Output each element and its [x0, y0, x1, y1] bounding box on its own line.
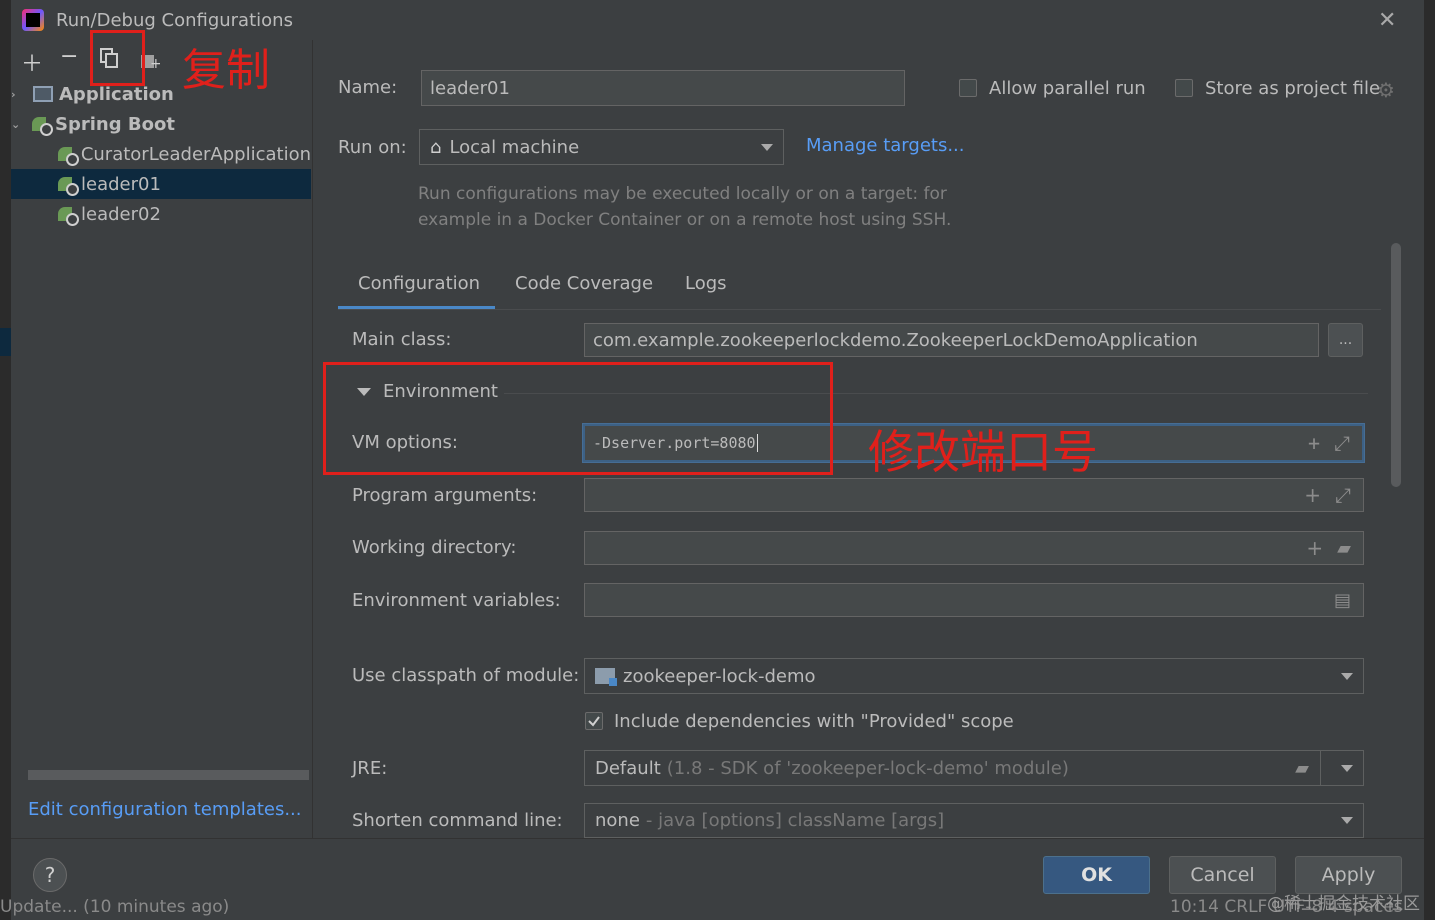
- tree-item-leader02[interactable]: leader02: [11, 199, 311, 229]
- tab-configuration[interactable]: Configuration: [358, 273, 480, 294]
- spring-boot-icon: [57, 145, 79, 166]
- main-class-value: com.example.zookeeperlockdemo.ZookeeperL…: [593, 329, 1198, 351]
- chevron-down-icon[interactable]: [1341, 764, 1353, 772]
- home-icon: ⌂: [430, 136, 442, 158]
- program-args-actions: + ⤢: [1304, 479, 1351, 511]
- panel-divider[interactable]: [312, 40, 313, 838]
- classpath-label: Use classpath of module:: [352, 665, 580, 686]
- tree-item-spring-boot[interactable]: ⌄ Spring Boot: [11, 109, 311, 139]
- jre-divider: [1320, 751, 1321, 785]
- tree-item-label: CuratorLeaderApplication: [80, 143, 311, 165]
- cancel-button[interactable]: Cancel: [1169, 856, 1276, 894]
- env-vars-label: Environment variables:: [352, 590, 561, 611]
- annotation-port-text: 修改端口号: [868, 425, 1098, 479]
- name-label: Name:: [338, 77, 398, 98]
- spring-boot-icon: [31, 115, 53, 136]
- program-args-label: Program arguments:: [352, 485, 538, 506]
- spring-boot-icon: [57, 175, 79, 196]
- plus-icon[interactable]: +: [1308, 431, 1320, 455]
- main-class-label: Main class:: [352, 329, 452, 350]
- chevron-down-icon: ⌄: [11, 117, 21, 131]
- env-vars-input[interactable]: ▤: [584, 583, 1364, 617]
- background-selection: [0, 328, 11, 356]
- jre-label: JRE:: [352, 758, 388, 779]
- status-left: Update... (10 minutes ago): [0, 897, 230, 917]
- store-project-checkbox[interactable]: [1175, 79, 1193, 97]
- tab-separator: [338, 309, 1381, 310]
- edit-templates-link[interactable]: Edit configuration templates...: [28, 799, 302, 820]
- manage-targets-link[interactable]: Manage targets...: [806, 135, 965, 156]
- run-on-hint-line1: Run configurations may be executed local…: [418, 184, 947, 204]
- chevron-down-icon: [1341, 817, 1353, 824]
- vm-options-actions: + ⤢: [1308, 426, 1350, 460]
- plus-icon[interactable]: +: [1304, 483, 1321, 507]
- include-deps-label: Include dependencies with "Provided" sco…: [614, 711, 1014, 732]
- shorten-value-detail: - java [options] className [args]: [645, 810, 945, 831]
- allow-parallel-checkbox[interactable]: [959, 79, 977, 97]
- shorten-select[interactable]: none - java [options] className [args]: [584, 803, 1364, 838]
- remove-icon[interactable]: −: [60, 44, 78, 69]
- classpath-value: zookeeper-lock-demo: [623, 665, 816, 687]
- shorten-value: none: [595, 810, 640, 831]
- jre-value: Default: [595, 757, 661, 779]
- run-on-hint-line2: example in a Docker Container or on a re…: [418, 210, 952, 230]
- tree-item-leader01[interactable]: leader01: [11, 169, 311, 199]
- include-deps-checkbox[interactable]: [585, 712, 603, 730]
- jre-select[interactable]: Default (1.8 - SDK of 'zookeeper-lock-de…: [584, 750, 1364, 786]
- run-on-select[interactable]: ⌂ Local machine: [419, 129, 784, 165]
- main-class-browse-button[interactable]: ...: [1328, 323, 1363, 357]
- env-vars-actions: ▤: [1334, 584, 1351, 616]
- ok-button[interactable]: OK: [1043, 856, 1150, 894]
- svg-text:+: +: [150, 56, 160, 70]
- plus-icon[interactable]: +: [1306, 536, 1323, 560]
- annotation-env-box: [323, 362, 833, 475]
- gear-icon[interactable]: ⚙: [1377, 78, 1395, 102]
- spring-boot-icon: [57, 205, 79, 226]
- main-class-input[interactable]: com.example.zookeeperlockdemo.ZookeeperL…: [584, 323, 1319, 357]
- folder-icon[interactable]: ▰: [1295, 758, 1309, 779]
- shorten-label: Shorten command line:: [352, 810, 563, 831]
- working-dir-input[interactable]: + ▰: [584, 531, 1364, 565]
- module-folder-icon: [595, 668, 617, 686]
- tree-item-label: leader01: [81, 173, 161, 195]
- vertical-scrollbar[interactable]: [1391, 243, 1401, 487]
- add-icon[interactable]: ＋: [21, 46, 43, 78]
- chevron-down-icon: [761, 143, 773, 151]
- tab-logs[interactable]: Logs: [685, 273, 727, 294]
- working-dir-actions: + ▰: [1306, 532, 1351, 564]
- chevron-down-icon: [1341, 672, 1353, 680]
- tree-item-label: leader02: [81, 203, 161, 225]
- allow-parallel-label: Allow parallel run: [989, 78, 1146, 99]
- annotation-copy-box: [90, 30, 145, 86]
- name-input-value: leader01: [430, 77, 510, 99]
- expand-icon[interactable]: ⤢: [1335, 483, 1351, 507]
- working-dir-label: Working directory:: [352, 537, 517, 558]
- run-on-value: Local machine: [449, 136, 580, 158]
- tree-item-application[interactable]: › Application: [11, 79, 311, 109]
- tab-code-coverage[interactable]: Code Coverage: [515, 273, 653, 294]
- tree-item-curator[interactable]: CuratorLeaderApplication: [11, 139, 311, 169]
- watermark: @稀土掘金技术社区: [1267, 894, 1420, 914]
- close-icon[interactable]: ✕: [1378, 8, 1396, 33]
- folder-icon[interactable]: ▰: [1337, 538, 1351, 559]
- document-icon[interactable]: ▤: [1334, 590, 1351, 611]
- classpath-select[interactable]: zookeeper-lock-demo: [584, 658, 1364, 694]
- run-on-label: Run on:: [338, 137, 407, 158]
- tree-item-label: Spring Boot: [55, 113, 175, 135]
- application-icon: [33, 86, 53, 102]
- name-input[interactable]: leader01: [421, 70, 905, 106]
- jre-value-detail: (1.8 - SDK of 'zookeeper-lock-demo' modu…: [666, 757, 1069, 779]
- expand-icon[interactable]: ⤢: [1334, 431, 1350, 455]
- tree-horizontal-scrollbar[interactable]: [28, 770, 309, 780]
- background-ide-left: [0, 0, 11, 919]
- store-project-label: Store as project file: [1205, 78, 1381, 99]
- background-ide-right: [1424, 0, 1435, 919]
- tree-item-label: Application: [59, 83, 174, 105]
- dialog-title: Run/Debug Configurations: [56, 10, 293, 31]
- intellij-logo-icon: [22, 9, 44, 31]
- chevron-right-icon: ›: [11, 87, 16, 101]
- program-args-input[interactable]: + ⤢: [584, 478, 1364, 512]
- help-icon[interactable]: ?: [33, 858, 67, 892]
